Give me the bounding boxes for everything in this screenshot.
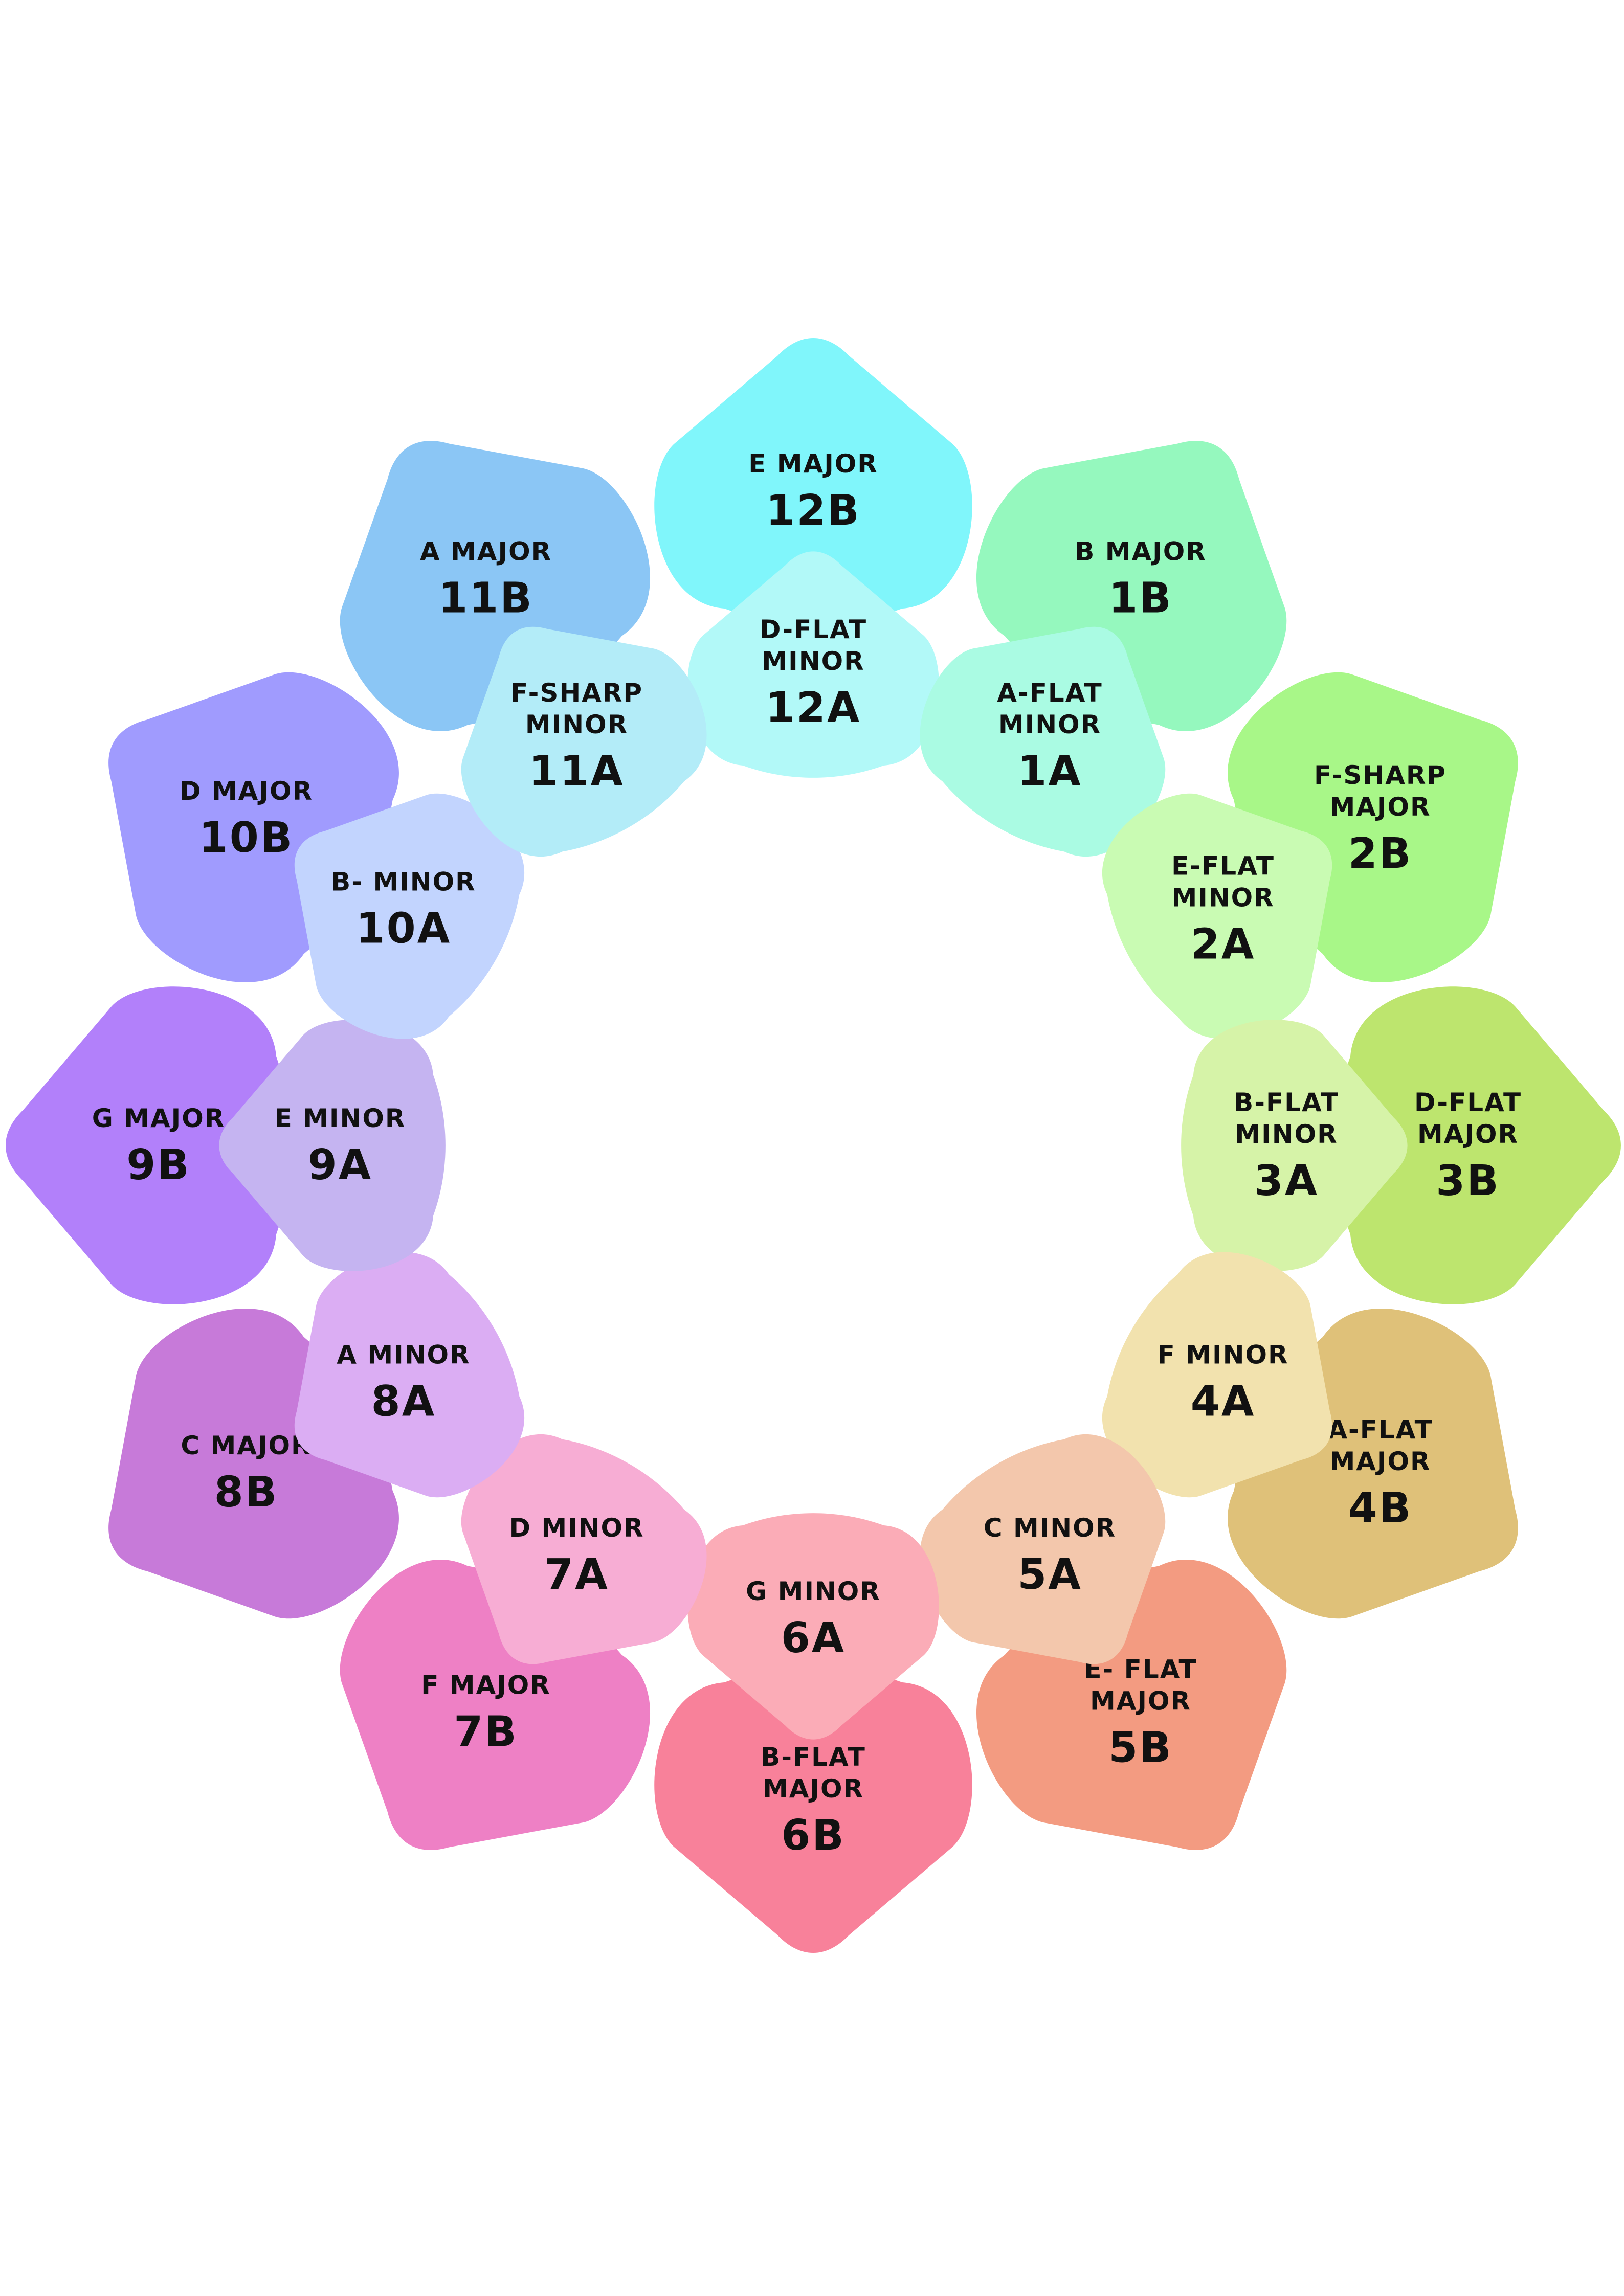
inner-ring-minor-keys: D-FLATMINOR12A A-FLATMINOR1AE-FLATMINOR2A… (219, 551, 1408, 1740)
inner-key-name: MINOR (998, 710, 1101, 739)
inner-key-code: 11A (529, 747, 625, 796)
inner-key-name: A-FLAT (997, 678, 1102, 708)
outer-key-name: B MAJOR (1075, 536, 1207, 566)
outer-key-code: 9B (126, 1141, 191, 1189)
outer-key-code: 4B (1348, 1484, 1413, 1533)
inner-key-code: 12A (766, 684, 861, 732)
outer-key-name: MAJOR (1329, 792, 1431, 822)
outer-key-code: 7B (454, 1708, 518, 1757)
inner-key-code: 10A (356, 905, 452, 953)
outer-key-name: MAJOR (763, 1774, 864, 1804)
inner-key-code: 8A (371, 1378, 436, 1426)
inner-key-name: F-SHARP (510, 678, 643, 708)
inner-key-code: 6A (781, 1614, 846, 1662)
inner-key-code: 2A (1191, 920, 1256, 969)
outer-key-name: MAJOR (1090, 1686, 1191, 1716)
outer-key-code: 3B (1436, 1157, 1500, 1205)
outer-key-name: F MAJOR (421, 1671, 551, 1700)
inner-key-name: C MINOR (984, 1513, 1116, 1543)
outer-key-code: 2B (1348, 829, 1413, 878)
outer-key-name: MAJOR (1417, 1119, 1519, 1149)
outer-key-name: C MAJOR (181, 1431, 312, 1460)
outer-key-code: 8B (214, 1468, 279, 1517)
inner-key-code: 3A (1254, 1157, 1319, 1205)
outer-key-code: 1B (1108, 574, 1173, 622)
outer-key-code: 5B (1108, 1724, 1173, 1772)
outer-key-name: A MAJOR (420, 536, 552, 566)
outer-key-name: A-FLAT (1327, 1415, 1433, 1445)
inner-key-name: B- MINOR (331, 867, 476, 897)
inner-key-name: MINOR (525, 710, 628, 739)
inner-key-code: 1A (1017, 747, 1082, 796)
inner-key-name: B-FLAT (1234, 1088, 1339, 1117)
inner-key-name: E MINOR (275, 1104, 406, 1133)
inner-key-name: A MINOR (337, 1340, 470, 1370)
inner-key-name: D MINOR (509, 1513, 644, 1543)
inner-key-code: 5A (1017, 1550, 1082, 1599)
outer-key-name: D-FLAT (1414, 1088, 1522, 1117)
outer-key-code: 11B (438, 574, 533, 622)
outer-key-name: F-SHARP (1314, 760, 1447, 790)
inner-key-name: E-FLAT (1171, 851, 1275, 881)
inner-key-code: 4A (1191, 1378, 1256, 1426)
inner-key-name: D-FLAT (760, 615, 867, 644)
outer-key-code: 10B (199, 814, 294, 862)
outer-key-name: B-FLAT (761, 1742, 866, 1772)
inner-key-name: F MINOR (1158, 1340, 1289, 1370)
inner-key-name: G MINOR (746, 1577, 881, 1606)
inner-key-name: MINOR (1171, 883, 1274, 913)
outer-key-name: D MAJOR (180, 776, 313, 806)
outer-key-name: G MAJOR (92, 1104, 226, 1133)
inner-key-name: MINOR (1235, 1119, 1338, 1149)
inner-key-code: 7A (544, 1550, 609, 1599)
inner-key-code: 9A (308, 1141, 373, 1189)
outer-key-code: 6B (781, 1811, 846, 1860)
outer-key-name: E MAJOR (748, 449, 878, 479)
outer-key-name: MAJOR (1329, 1447, 1431, 1476)
camelot-wheel: E MAJOR12BB MAJOR1BF-SHARPMAJOR2BD-FLATM… (6, 338, 1621, 1953)
inner-key-name: MINOR (762, 646, 864, 676)
outer-key-code: 12B (766, 486, 861, 535)
